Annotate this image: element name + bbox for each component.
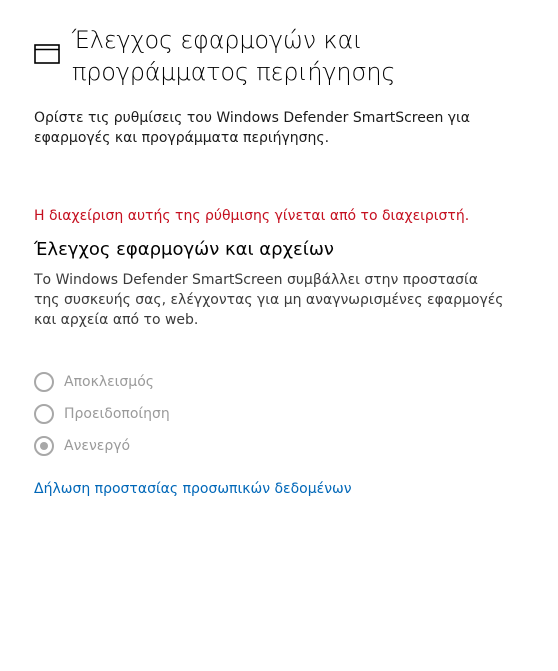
admin-managed-warning: Η διαχείριση αυτής της ρύθμισης γίνεται …	[34, 208, 470, 224]
radio-label-block: Αποκλεισμός	[64, 374, 154, 390]
section-title: Έλεγχος εφαρμογών και αρχείων	[34, 239, 334, 260]
radio-button-block[interactable]	[34, 372, 54, 392]
radio-button-off[interactable]	[34, 436, 54, 456]
window-icon	[34, 44, 60, 64]
radio-label-off: Ανενεργό	[64, 438, 131, 454]
radio-label-warn: Προειδοποίηση	[64, 406, 170, 422]
page-description: Ορίστε τις ρυθμίσεις του Windows Defende…	[34, 110, 471, 146]
radio-selected-dot	[40, 442, 48, 450]
section-description: Το Windows Defender SmartScreen συμβάλλε…	[34, 272, 504, 328]
privacy-statement-link[interactable]: Δήλωση προστασίας προσωπικών δεδομένων	[34, 479, 352, 499]
app-browser-control-page: Έλεγχος εφαρμογών και προγράμματος περιή…	[0, 0, 558, 671]
radio-button-warn[interactable]	[34, 404, 54, 424]
page-header: Έλεγχος εφαρμογών και προγράμματος περιή…	[34, 24, 534, 88]
radio-option-off[interactable]: Ανενεργό	[34, 430, 170, 462]
smartscreen-radio-group: Αποκλεισμός Προειδοποίηση Ανενεργό	[34, 366, 170, 462]
radio-option-warn[interactable]: Προειδοποίηση	[34, 398, 170, 430]
page-title: Έλεγχος εφαρμογών και προγράμματος περιή…	[72, 26, 396, 86]
radio-option-block[interactable]: Αποκλεισμός	[34, 366, 170, 398]
